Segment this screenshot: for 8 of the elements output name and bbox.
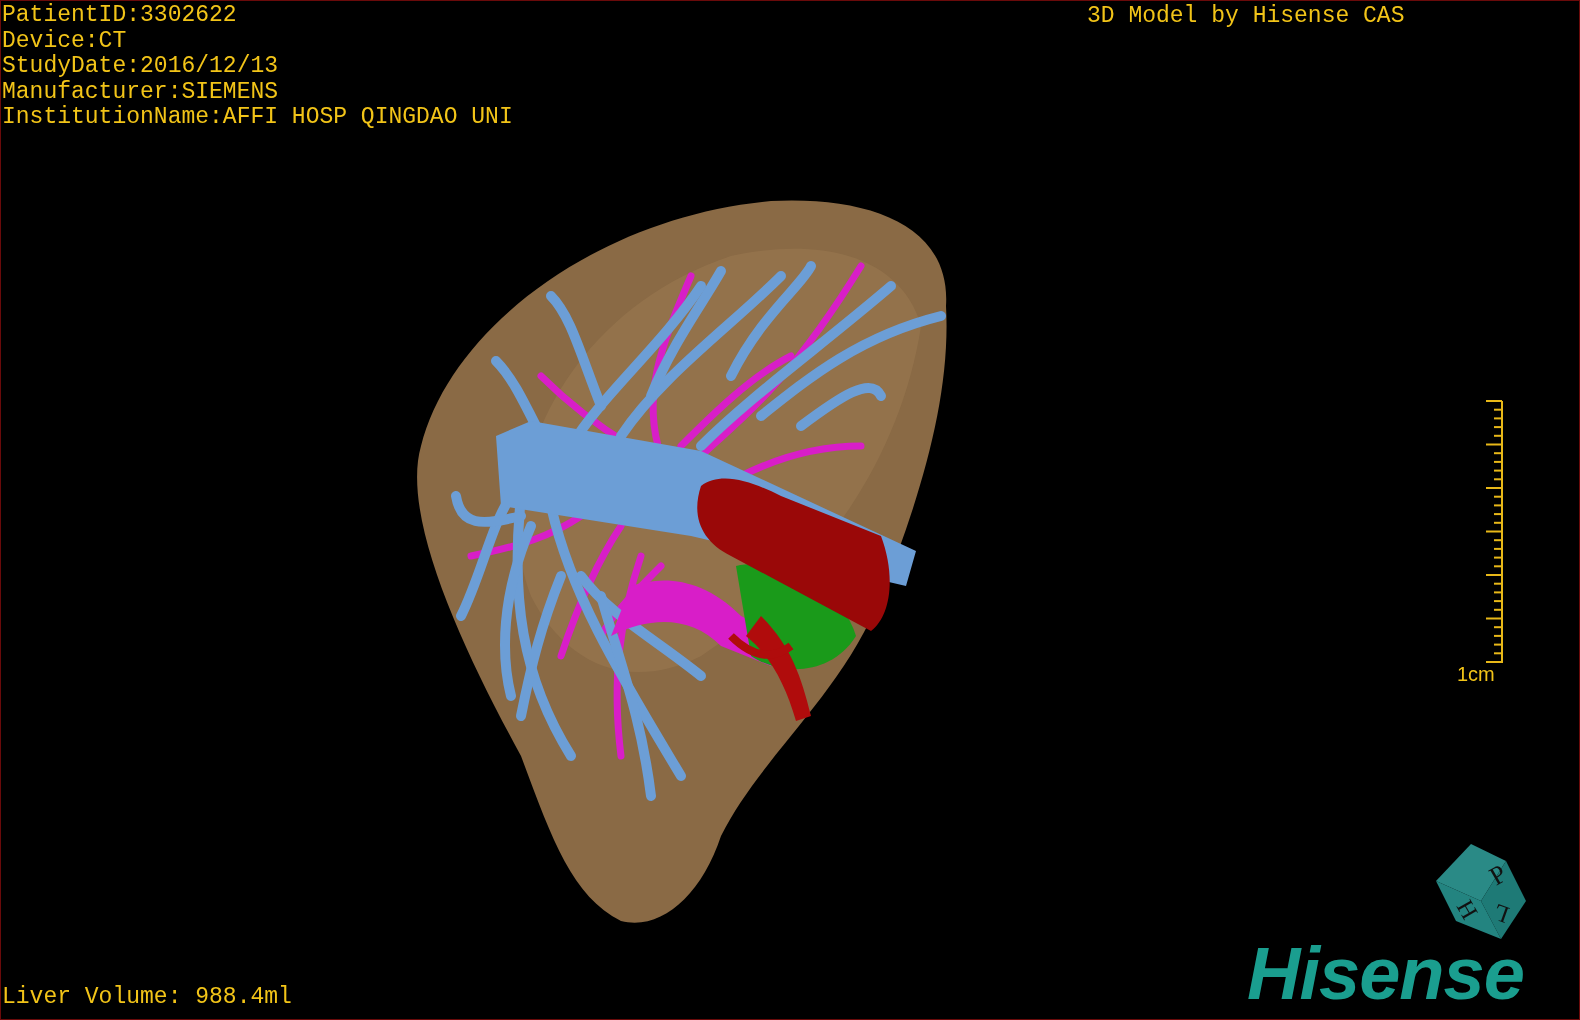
info-text: Manufacturer:SIEMENS [2,79,280,105]
info-text: PatientID:3302622 [2,3,238,29]
info-text: InstitutionName:AFFI HOSP QINGDAO UNI [2,105,513,131]
info-text: Device:CT [2,28,128,54]
info-text: StudyDate:2016/12/13 [2,54,280,80]
viewer-title: 3D Model by Hisense CAS [1087,4,1405,29]
scale-label: 1cm [1457,663,1495,686]
liver-volume-text: Liver Volume: 988.4ml [2,985,292,1010]
